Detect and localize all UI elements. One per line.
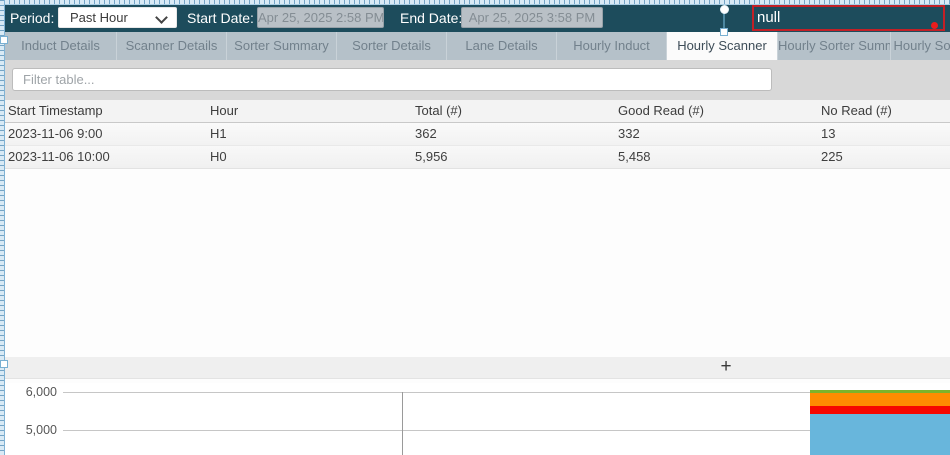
error-overlay-box: null	[752, 5, 945, 31]
y-axis-tick-5000: 5,000	[14, 423, 57, 437]
column-header-good-read[interactable]: Good Read (#)	[610, 100, 813, 122]
add-button[interactable]: +	[714, 357, 738, 378]
start-date-label: Start Date:	[187, 4, 254, 32]
tab-hourly-induct[interactable]: Hourly Induct	[557, 32, 667, 60]
selection-anchor-handle[interactable]	[720, 5, 729, 14]
cell-hour: H1	[202, 123, 407, 145]
bar-segment	[810, 393, 950, 406]
bar-segment	[810, 414, 950, 455]
selection-handle[interactable]	[720, 28, 728, 36]
cell-total: 362	[407, 123, 610, 145]
tab-scanner-details[interactable]: Scanner Details	[117, 32, 227, 60]
designer-ruler-left	[0, 0, 5, 455]
filter-bar	[0, 60, 950, 100]
table-empty-area	[0, 169, 950, 357]
cell-total: 5,956	[407, 146, 610, 168]
cell-good-read: 5,458	[610, 146, 813, 168]
start-date-input[interactable]: Apr 25, 2025 2:58 PM	[257, 7, 384, 28]
selection-handle[interactable]	[0, 36, 8, 44]
period-label: Period:	[10, 4, 54, 32]
column-header-hour[interactable]: Hour	[202, 100, 407, 122]
end-date-input[interactable]: Apr 25, 2025 3:58 PM	[461, 7, 603, 28]
table-header: Start Timestamp Hour Total (#) Good Read…	[0, 100, 950, 123]
table-footer-strip: +	[0, 357, 950, 379]
stacked-bar[interactable]	[810, 390, 950, 455]
tab-bar: Induct Details Scanner Details Sorter Su…	[0, 32, 950, 60]
table-row[interactable]: 2023-11-06 10:00 H0 5,956 5,458 225	[0, 146, 950, 169]
selection-handle[interactable]	[0, 360, 8, 368]
column-header-total[interactable]: Total (#)	[407, 100, 610, 122]
cell-start-timestamp: 2023-11-06 9:00	[0, 123, 202, 145]
column-header-start-timestamp[interactable]: Start Timestamp	[0, 100, 202, 122]
cell-start-timestamp: 2023-11-06 10:00	[0, 146, 202, 168]
tab-sorter-summary[interactable]: Sorter Summary	[227, 32, 337, 60]
hourly-scanner-chart: 6,000 5,000	[0, 383, 950, 455]
chart-vertical-divider	[402, 392, 403, 455]
error-overlay-text: null	[757, 9, 780, 26]
tab-induct-details[interactable]: Induct Details	[5, 32, 117, 60]
cell-hour: H0	[202, 146, 407, 168]
y-axis-tick-6000: 6,000	[14, 385, 57, 399]
filter-table-input[interactable]	[12, 68, 772, 91]
cell-no-read: 13	[813, 123, 950, 145]
tab-hourly-sorter[interactable]: Hourly Sort	[891, 32, 950, 60]
end-date-label: End Date:	[400, 4, 462, 32]
chevron-down-icon	[155, 11, 168, 24]
tab-lane-details[interactable]: Lane Details	[447, 32, 557, 60]
tab-sorter-details[interactable]: Sorter Details	[337, 32, 447, 60]
cell-good-read: 332	[610, 123, 813, 145]
period-dropdown-value: Past Hour	[70, 10, 128, 25]
dashboard-root: Period: Past Hour Start Date: Apr 25, 20…	[0, 0, 950, 455]
period-dropdown[interactable]: Past Hour	[58, 7, 177, 28]
tab-hourly-scanner[interactable]: Hourly Scanner	[667, 32, 778, 60]
column-header-no-read[interactable]: No Read (#)	[813, 100, 950, 122]
error-dot-icon	[931, 22, 938, 29]
cell-no-read: 225	[813, 146, 950, 168]
bar-segment	[810, 406, 950, 414]
table-row[interactable]: 2023-11-06 9:00 H1 362 332 13	[0, 123, 950, 146]
tab-hourly-sorter-summary[interactable]: Hourly Sorter Summar	[778, 32, 891, 60]
